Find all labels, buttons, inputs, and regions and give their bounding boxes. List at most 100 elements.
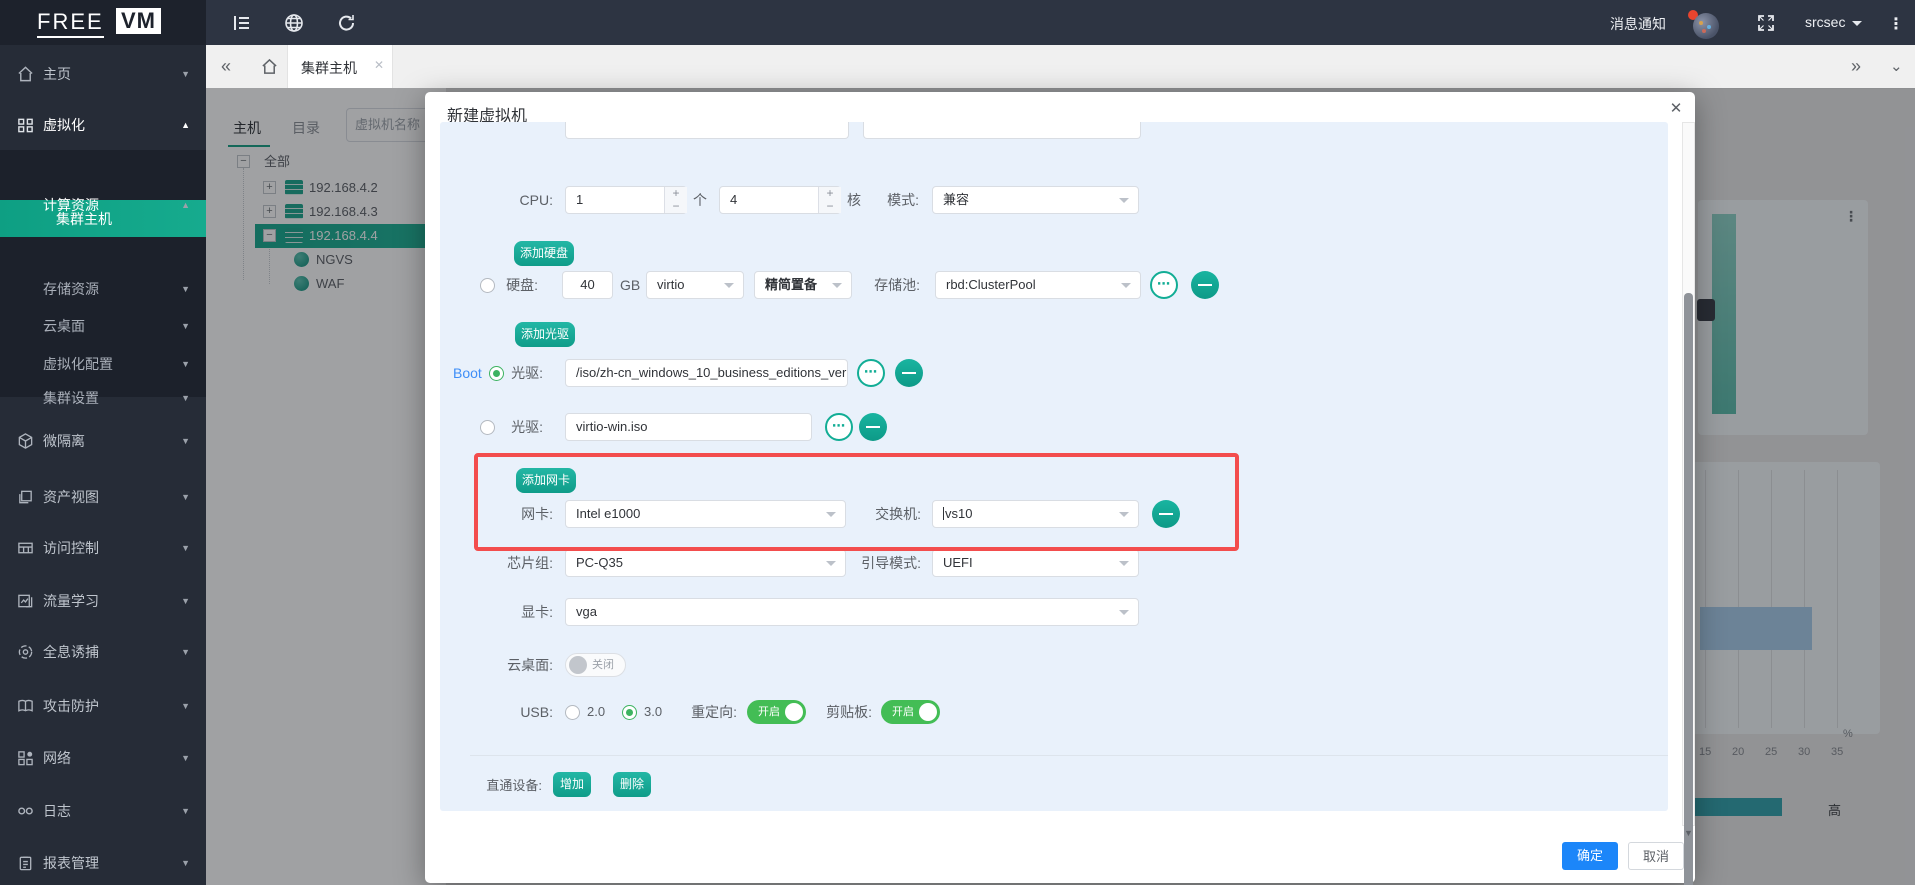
network-icon [17,750,34,767]
avatar[interactable] [1693,13,1719,39]
gpu-label: 显卡: [503,598,553,626]
sidebar-item-micro-segmentation[interactable]: 微隔离 ▼ [0,417,206,465]
browse-button[interactable]: ⋯ [857,359,885,387]
kebab-menu-icon[interactable]: ⋮ [1888,14,1904,34]
chipset-select[interactable]: PC-Q35 [565,549,846,577]
chevron-down-icon: ▼ [181,321,190,331]
home-icon [17,66,34,83]
sidebar-item-access-control[interactable]: 访问控制 ▼ [0,524,206,572]
passthrough-add-button[interactable]: 增加 [553,772,591,797]
passthrough-label: 直通设备: [464,772,542,800]
disk-label: 硬盘: [488,271,538,299]
switch-select[interactable]: vs10 [932,500,1139,528]
cpu-mode-select[interactable]: 兼容 [932,186,1139,214]
disk-size-input[interactable]: 40 [562,271,613,299]
redirect-toggle-on[interactable]: 开启 [747,700,806,724]
confirm-button[interactable]: 确定 [1562,842,1618,870]
sidebar-item-cluster-hosts[interactable]: 集群主机 [0,202,206,236]
sidebar-item-virtualization[interactable]: 虚拟化 ▲ [0,101,206,149]
sidebar-item-reports[interactable]: 报表管理 ▼ [0,839,206,885]
new-vm-dialog: 新建虚拟机 ✕ CPU: 1 + − 个 4 + − 核 模式: 兼容 添加硬盘… [425,92,1695,883]
chevron-down-icon [724,283,734,288]
cutoff-field[interactable] [863,122,1141,139]
collapse-sidebar-icon[interactable] [232,13,252,33]
remove-cdrom-button[interactable] [859,413,887,441]
storage-pool-label: 存储池: [860,271,920,299]
browse-button[interactable]: ⋯ [825,413,853,441]
tab-close-icon[interactable]: ✕ [374,58,384,72]
chevron-down-icon: ▼ [181,543,190,553]
remove-nic-button[interactable] [1152,500,1180,528]
decrement-button[interactable]: − [664,200,687,213]
browse-button[interactable]: ⋯ [1150,271,1178,299]
back-pages-icon[interactable]: « [221,45,231,88]
book-icon [17,698,34,715]
clipboard-label: 剪贴板: [812,698,872,726]
gpu-select[interactable]: vga [565,598,1139,626]
table-icon [17,540,34,557]
passthrough-delete-button[interactable]: 删除 [613,772,651,797]
cutoff-field[interactable] [565,122,849,139]
sidebar-item-attack-protection[interactable]: 攻击防护 ▼ [0,682,206,730]
home-tab-icon[interactable] [261,58,278,75]
sidebar-item-virtualization-config[interactable]: 虚拟化配置 ▼ [0,347,206,381]
sidebar-item-home[interactable]: 主页 ▼ [0,50,206,98]
infinity-icon [17,803,34,820]
add-disk-button[interactable]: 添加硬盘 [514,241,574,266]
tab-cluster-hosts[interactable]: 集群主机 ✕ [287,45,393,88]
cdrom-iso-input[interactable]: virtio-win.iso [565,413,812,441]
logo-badge: VM [116,8,161,34]
add-cdrom-button[interactable]: 添加光驱 [515,322,575,347]
notifications-link[interactable]: 消息通知 [1610,14,1666,34]
sidebar-item-network[interactable]: 网络 ▼ [0,734,206,782]
remove-cdrom-button[interactable] [895,359,923,387]
sidebar-item-honeypot[interactable]: 全息诱捕 ▼ [0,628,206,676]
refresh-icon[interactable] [337,13,357,33]
scroll-down-icon[interactable]: ▼ [1684,828,1693,838]
nic-label: 网卡: [503,500,553,528]
fullscreen-icon[interactable] [1757,14,1777,34]
hexagon-cube-icon [17,433,34,450]
chevron-down-icon [826,561,836,566]
tab-list-icon[interactable]: ⌄ [1890,45,1903,88]
sidebar-item-logs[interactable]: 日志 ▼ [0,787,206,835]
clipboard-toggle-on[interactable]: 开启 [881,700,940,724]
boot-mode-label: 引导模式: [851,549,921,577]
disk-provision-select[interactable]: 精简置备 [754,271,852,299]
chevron-down-icon [1119,610,1129,615]
remove-disk-button[interactable] [1191,271,1219,299]
chevron-down-icon [1119,198,1129,203]
sidebar-item-asset-view[interactable]: 资产视图 ▼ [0,473,206,521]
dialog-body: CPU: 1 + − 个 4 + − 核 模式: 兼容 添加硬盘 硬盘: 40 … [440,122,1668,811]
sidebar-item-cluster-settings[interactable]: 集群设置 ▼ [0,381,206,415]
cdrom-iso-input[interactable]: /iso/zh-cn_windows_10_business_editions_… [565,359,848,387]
sockets-unit: 个 [693,186,707,214]
usb-3-radio-checked[interactable] [622,705,637,720]
sidebar-item-storage-resources[interactable]: 存储资源 ▼ [0,272,206,306]
usb-2-option: 2.0 [587,698,605,726]
nic-model-select[interactable]: Intel e1000 [565,500,846,528]
chevron-down-icon: ▼ [181,436,190,446]
disk-bus-select[interactable]: virtio [646,271,744,299]
decrement-button[interactable]: − [818,200,841,213]
chevron-down-icon [1121,283,1131,288]
boot-mode-select[interactable]: UEFI [932,549,1139,577]
forward-pages-icon[interactable]: » [1851,45,1861,88]
close-icon[interactable]: ✕ [1665,98,1687,120]
globe-icon[interactable] [284,13,304,33]
add-nic-button[interactable]: 添加网卡 [516,468,576,493]
storage-pool-select[interactable]: rbd:ClusterPool [935,271,1141,299]
app-root: FREE VM 消息通知 srcsec ⋮ « [0,0,1915,885]
sidebar-item-traffic-learning[interactable]: 流量学习 ▼ [0,577,206,625]
usb-2-radio[interactable] [565,705,580,720]
clipboard-icon [17,855,34,872]
dialog-scrollbar-thumb[interactable] [1684,293,1693,885]
cloud-desktop-toggle-off[interactable]: 关闭 [565,653,626,677]
user-menu[interactable]: srcsec [1805,14,1845,30]
sidebar-item-cloud-desktop[interactable]: 云桌面 ▼ [0,309,206,343]
disk-size-unit: GB [620,271,640,299]
cloud-desktop-label: 云桌面: [489,651,553,679]
chevron-down-icon: ▼ [181,492,190,502]
cancel-button[interactable]: 取消 [1628,842,1684,870]
chevron-down-icon: ▼ [181,393,190,403]
